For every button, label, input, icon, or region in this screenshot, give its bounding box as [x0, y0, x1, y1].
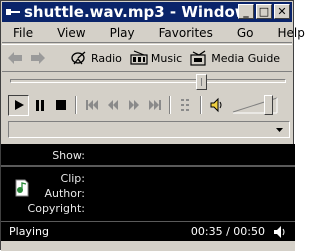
media-player-window: shuttle.wav.mp3 - Windows Media Player _…	[0, 0, 305, 251]
toolbar-separator	[169, 96, 171, 114]
play-button[interactable]	[8, 94, 29, 116]
app-icon[interactable]	[4, 4, 22, 20]
mute-button[interactable]	[206, 95, 227, 116]
time-display: 00:35 / 00:50	[190, 225, 265, 238]
menu-bar: File View Play Favorites Go Help	[2, 23, 305, 43]
minimize-button[interactable]: _	[238, 4, 254, 19]
window-title: shuttle.wav.mp3 - Windows Media Player	[24, 3, 248, 21]
media-selector-dropdown[interactable]	[8, 121, 290, 138]
volume-thumb[interactable]	[263, 95, 273, 115]
menu-help[interactable]: Help	[265, 23, 316, 43]
clip-label: Clip:	[60, 172, 85, 185]
nav-media-guide[interactable]: Media Guide	[190, 50, 280, 66]
menu-favorites[interactable]: Favorites	[147, 23, 225, 43]
nav-music-label: Music	[150, 51, 183, 65]
title-bar[interactable]: shuttle.wav.mp3 - Windows Media Player _…	[2, 2, 292, 22]
media-guide-icon	[190, 50, 206, 66]
speaker-icon	[210, 97, 221, 113]
nav-media-guide-label: Media Guide	[211, 51, 281, 65]
close-icon: ✕	[277, 5, 287, 18]
maximize-button[interactable]: □	[256, 4, 272, 19]
rewind-icon	[107, 100, 118, 110]
fast-forward-button[interactable]	[123, 95, 144, 116]
seek-bar[interactable]	[2, 73, 292, 93]
forward-button[interactable]	[28, 48, 48, 68]
navigation-bar: Radio Music Media Guide	[2, 44, 292, 72]
volume-ramp	[232, 97, 278, 114]
clip-info-panel: Show: Clip: Author: Copyright:	[1, 144, 295, 221]
toolbar-separator	[200, 96, 202, 114]
menu-go[interactable]: Go	[225, 23, 266, 43]
next-track-button[interactable]	[144, 95, 165, 116]
menu-view[interactable]: View	[45, 23, 97, 43]
back-button[interactable]	[5, 48, 25, 68]
nav-radio[interactable]: Radio	[70, 50, 122, 66]
menu-play[interactable]: Play	[98, 23, 147, 43]
toolbar-separator	[75, 96, 77, 114]
pause-button[interactable]	[29, 95, 50, 116]
stop-button[interactable]	[50, 95, 71, 116]
status-bar: Playing 00:35 / 00:50	[1, 221, 295, 241]
maximize-icon: □	[258, 5, 270, 18]
copyright-label: Copyright:	[27, 202, 85, 215]
seek-thumb[interactable]	[195, 74, 207, 90]
back-arrow-icon	[8, 52, 22, 64]
play-icon	[14, 100, 24, 110]
show-label: Show:	[52, 149, 85, 162]
previous-track-icon	[85, 100, 98, 110]
window-controls: _ □ ✕	[238, 4, 290, 19]
status-speaker-icon[interactable]	[273, 225, 287, 239]
volume-slider[interactable]	[231, 94, 281, 116]
info-divider	[1, 165, 295, 167]
music-icon	[130, 50, 148, 65]
nav-music[interactable]: Music	[130, 50, 182, 66]
fast-forward-icon	[128, 100, 139, 110]
transport-controls	[2, 93, 292, 117]
next-track-icon	[148, 100, 161, 110]
playlist-button[interactable]	[175, 95, 196, 116]
close-button[interactable]: ✕	[274, 4, 290, 19]
dropdown-arrow[interactable]	[273, 123, 286, 136]
nav-radio-label: Radio	[91, 51, 122, 65]
rewind-button[interactable]	[102, 95, 123, 116]
pause-icon	[35, 99, 44, 111]
forward-arrow-icon	[31, 52, 45, 64]
menu-file[interactable]: File	[2, 23, 45, 43]
chevron-down-icon	[276, 127, 283, 132]
playback-status: Playing	[9, 225, 49, 238]
seek-track[interactable]	[10, 79, 286, 83]
author-label: Author:	[44, 187, 85, 200]
stop-icon	[55, 100, 66, 110]
previous-track-button[interactable]	[81, 95, 102, 116]
radio-dish-icon	[71, 51, 86, 65]
playlist-icon	[180, 99, 189, 111]
minimize-icon: _	[243, 5, 249, 18]
